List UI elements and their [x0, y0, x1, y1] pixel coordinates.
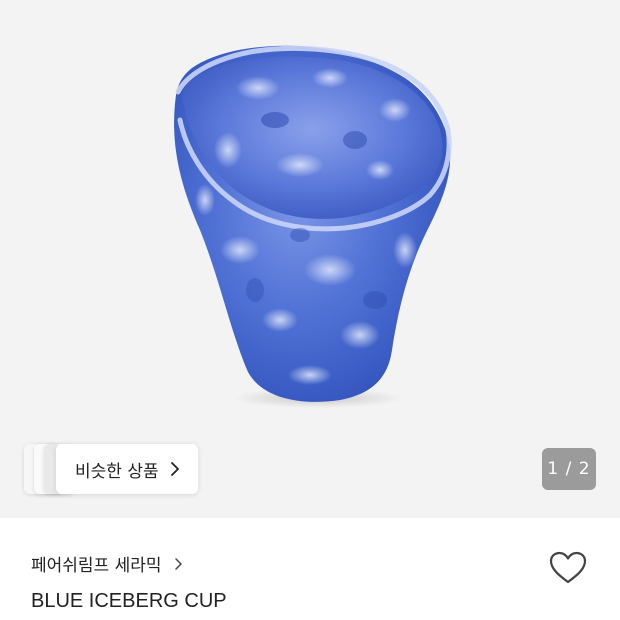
chevron-right-icon	[170, 462, 179, 476]
product-image-gallery[interactable]: 비슷한 상품 1 / 2	[0, 0, 620, 518]
heart-outline-icon	[549, 551, 587, 584]
product-info: 페어쉬림프 세라믹 BLUE ICEBERG CUP	[0, 518, 620, 620]
brand-name: 페어쉬림프 세라믹	[31, 556, 162, 576]
brand-link[interactable]: 페어쉬림프 세라믹	[31, 551, 183, 576]
similar-products-button[interactable]: 비슷한 상품	[56, 444, 198, 494]
wishlist-button[interactable]	[546, 548, 590, 588]
product-title: BLUE ICEBERG CUP	[31, 590, 227, 612]
page-indicator: 1 / 2	[542, 448, 596, 490]
chevron-right-icon	[174, 557, 182, 570]
product-image[interactable]	[0, 0, 620, 518]
similar-products-label: 비슷한 상품	[75, 461, 159, 482]
